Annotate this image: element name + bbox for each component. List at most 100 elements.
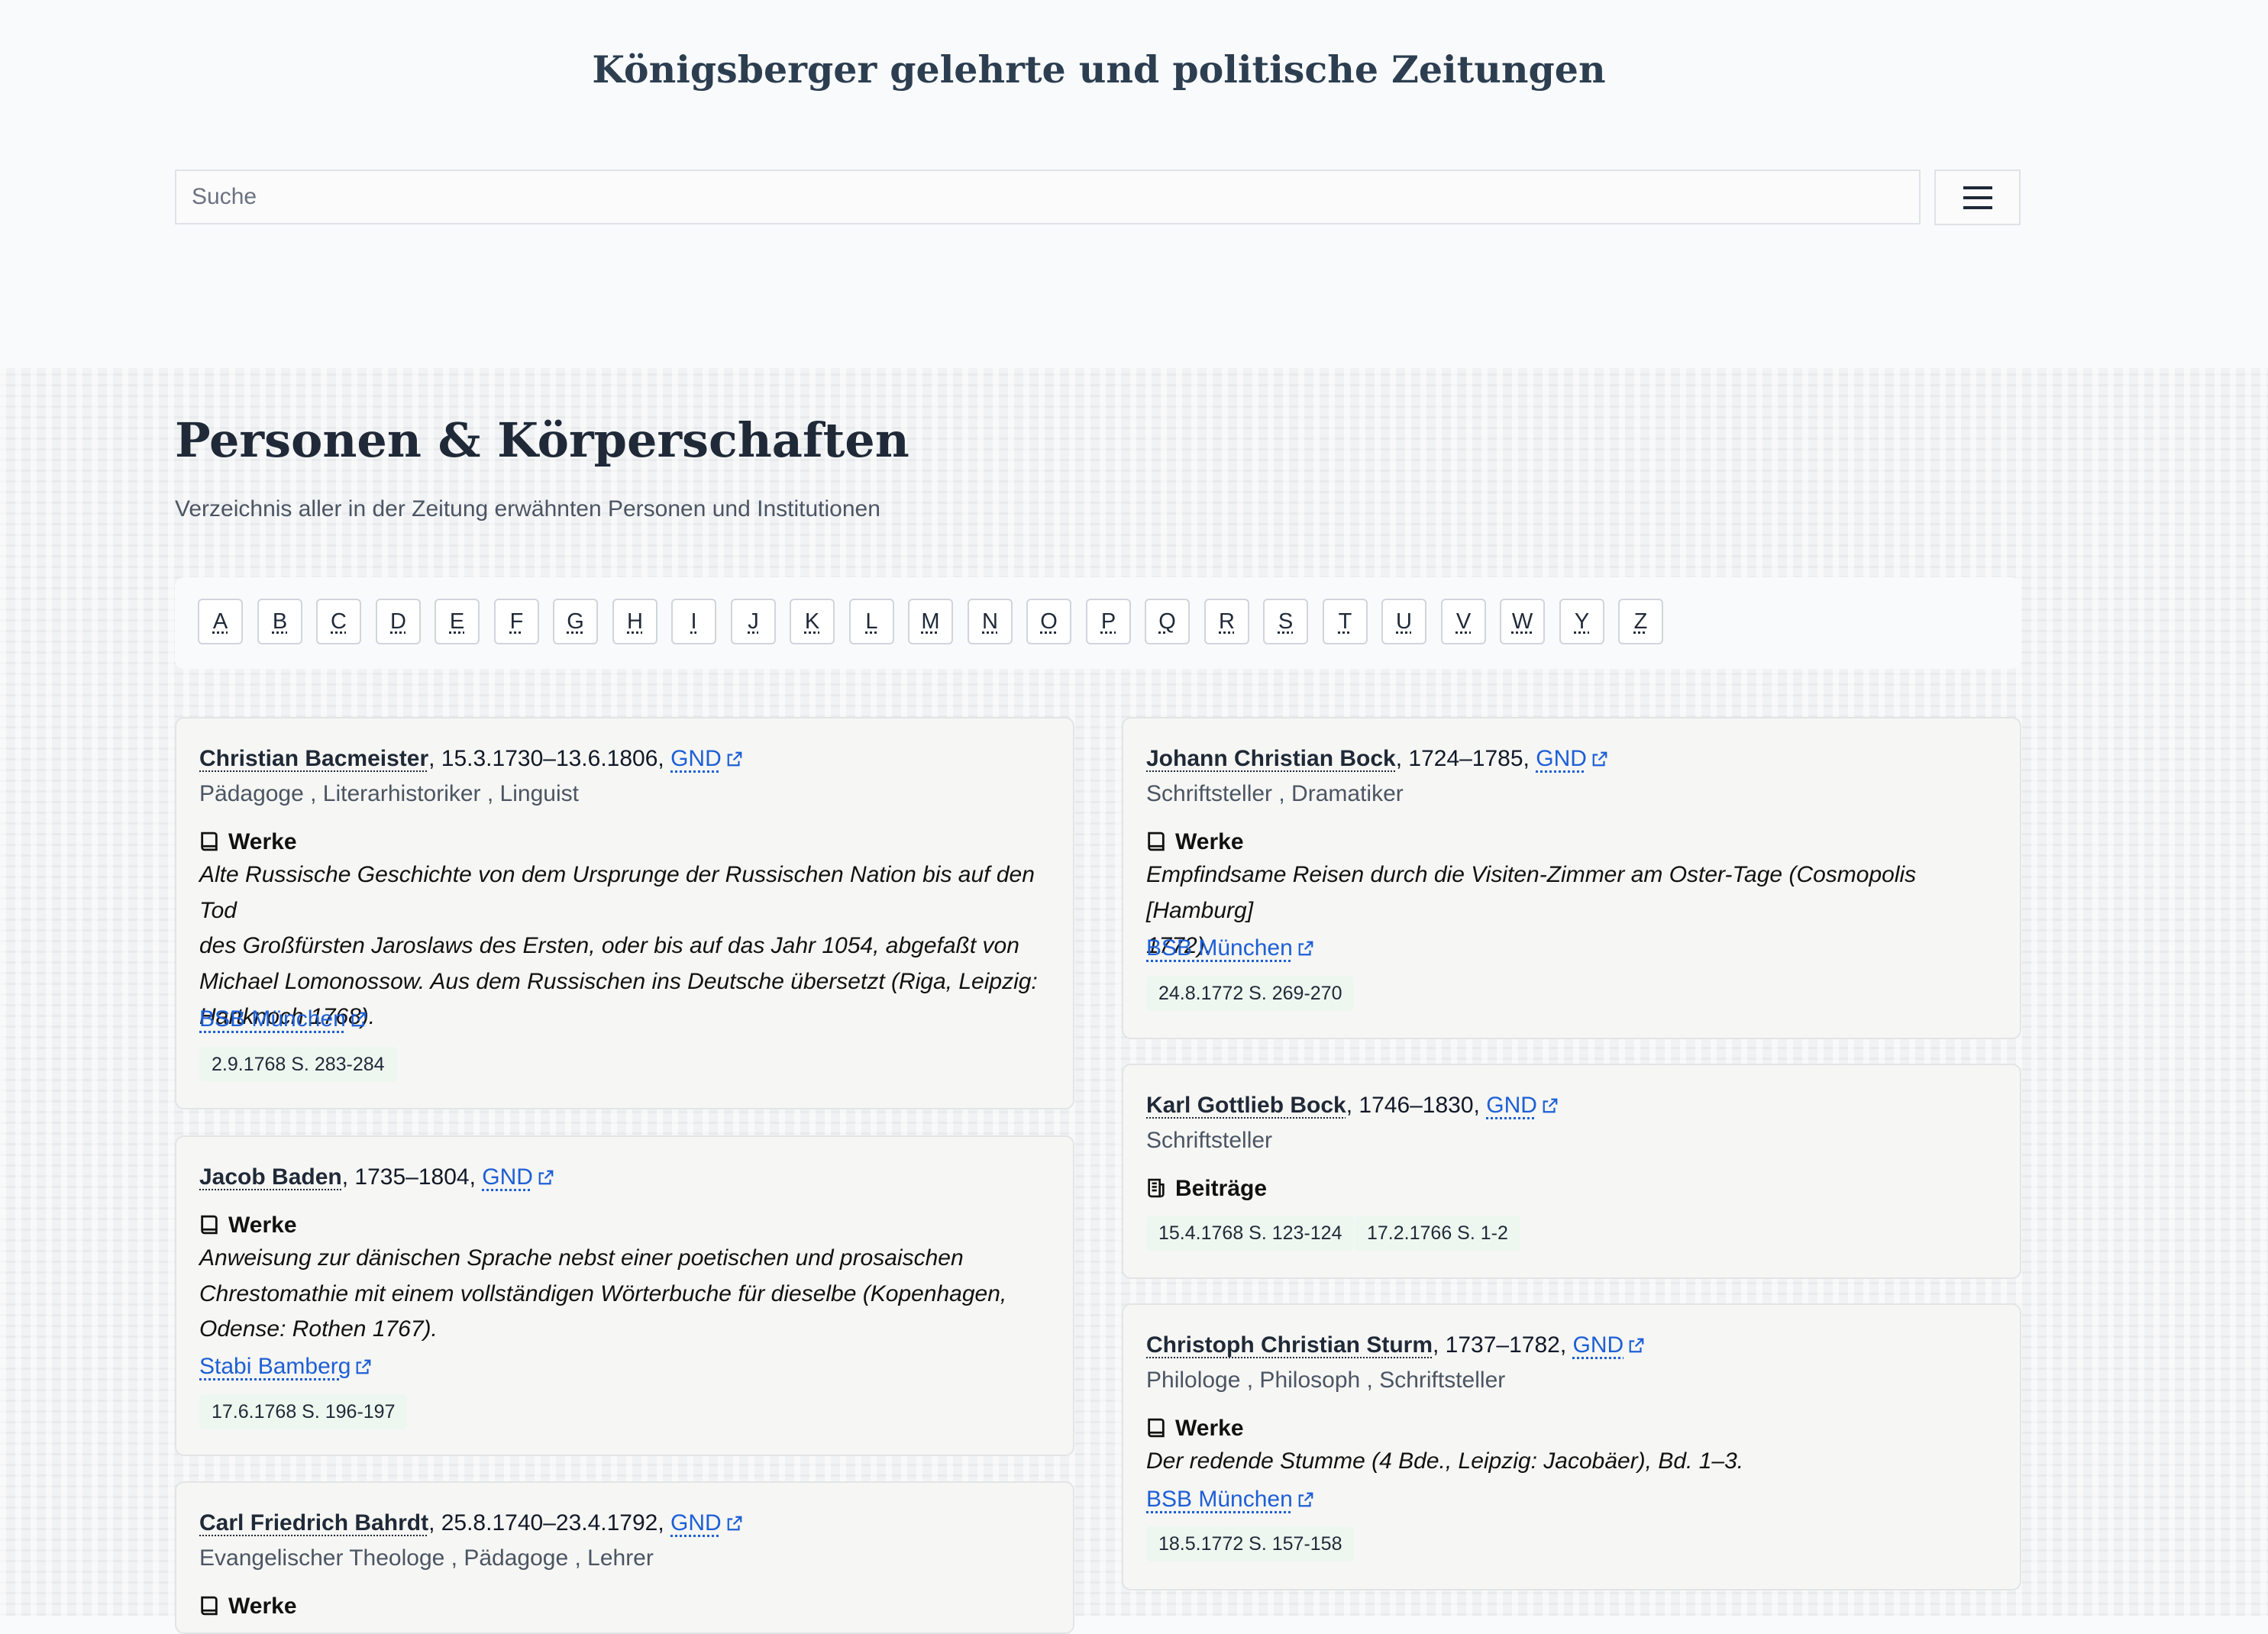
person-name-link[interactable]: Johann Christian Bock (1146, 746, 1396, 771)
person-professions: Schriftsteller , Dramatiker (1146, 781, 1404, 806)
gnd-link[interactable]: GND (670, 1510, 743, 1536)
gnd-link[interactable]: GND (670, 746, 743, 771)
page-subtitle: Verzeichnis aller in der Zeitung erwähnt… (175, 496, 880, 522)
alphabet-letter-j[interactable]: J (731, 599, 776, 644)
gnd-link[interactable]: GND (1486, 1093, 1559, 1118)
werke-heading: Werke (199, 829, 297, 855)
alphabet-letter-b[interactable]: B (257, 599, 302, 644)
person-name-link[interactable]: Christian Bacmeister (199, 746, 428, 771)
issue-reference-tag[interactable]: 17.2.1766 S. 1-2 (1355, 1216, 1520, 1251)
alphabet-letter-t[interactable]: T (1323, 599, 1368, 644)
external-link-icon (1629, 1338, 1644, 1353)
alphabet-letter-u[interactable]: U (1381, 599, 1426, 644)
page-title: Personen & Körperschaften (175, 412, 909, 468)
person-name-link[interactable]: Jacob Baden (199, 1164, 342, 1190)
book-icon (1148, 1418, 1165, 1438)
beitraege-heading: Beiträge (1146, 1176, 1267, 1202)
issue-reference-tag[interactable]: 24.8.1772 S. 269-270 (1146, 976, 1355, 1011)
person-card: Christian Bacmeister, 15.3.1730–13.6.180… (175, 717, 1074, 1109)
alphabet-letter-p[interactable]: P (1086, 599, 1131, 644)
werke-heading: Werke (1146, 829, 1244, 855)
alphabet-letter-o[interactable]: O (1026, 599, 1071, 644)
external-link-icon (1298, 1492, 1313, 1507)
gnd-link[interactable]: GND (1573, 1332, 1646, 1358)
alphabet-letter-a[interactable]: A (198, 599, 243, 644)
alphabet-letter-k[interactable]: K (790, 599, 835, 644)
person-card: Christoph Christian Sturm, 1737–1782, GN… (1122, 1303, 2021, 1590)
alphabet-letter-r[interactable]: R (1204, 599, 1249, 644)
alphabet-letter-w[interactable]: W (1500, 599, 1545, 644)
person-professions: Schriftsteller (1146, 1128, 1273, 1153)
book-icon (201, 1596, 218, 1616)
newspaper-icon (1148, 1178, 1165, 1198)
library-link[interactable]: BSB München (1146, 935, 1314, 961)
issue-reference-tag[interactable]: 2.9.1768 S. 283-284 (199, 1047, 397, 1082)
alphabet-letter-c[interactable]: C (316, 599, 361, 644)
person-dates: , 1735–1804, (341, 1164, 476, 1190)
alphabet-letter-z[interactable]: Z (1618, 599, 1663, 644)
alphabet-letter-l[interactable]: L (849, 599, 894, 644)
alphabet-letter-f[interactable]: F (494, 599, 539, 644)
person-dates: , 1737–1782, (1433, 1332, 1567, 1358)
library-link[interactable]: BSB München (199, 1006, 367, 1032)
person-card: Carl Friedrich Bahrdt, 25.8.1740–23.4.17… (175, 1481, 1074, 1634)
book-icon (201, 1215, 218, 1235)
alphabet-letter-h[interactable]: H (612, 599, 657, 644)
person-name-link[interactable]: Christoph Christian Sturm (1146, 1332, 1433, 1358)
book-icon (1148, 832, 1165, 851)
person-card: Johann Christian Bock, 1724–1785, GND Sc… (1122, 717, 2021, 1039)
alphabet-letter-s[interactable]: S (1263, 599, 1308, 644)
person-heading: Christian Bacmeister, 15.3.1730–13.6.180… (199, 746, 743, 772)
external-link-icon (727, 1516, 742, 1531)
menu-button[interactable] (1934, 170, 2021, 225)
external-link-icon (1298, 941, 1313, 956)
person-professions: Pädagoge , Literarhistoriker , Linguist (199, 781, 579, 806)
site-title[interactable]: Königsberger gelehrte und politische Zei… (0, 47, 2198, 92)
alphabet-letter-n[interactable]: N (968, 599, 1013, 644)
work-title: Anweisung zur dänischen Sprache nebst ei… (199, 1245, 1007, 1342)
werke-heading: Werke (199, 1213, 297, 1238)
person-dates: , 25.8.1740–23.4.1792, (428, 1510, 664, 1536)
person-card: Jacob Baden, 1735–1804, GND Werke Anweis… (175, 1135, 1074, 1456)
external-link-icon (538, 1170, 554, 1185)
issue-reference-tag[interactable]: 18.5.1772 S. 157-158 (1146, 1526, 1355, 1561)
work-title: Der redende Stumme (4 Bde., Leipzig: Jac… (1146, 1448, 1744, 1474)
hamburger-menu-icon (1963, 186, 1992, 209)
library-link[interactable]: Stabi Bamberg (199, 1354, 372, 1379)
alphabet-letter-e[interactable]: E (435, 599, 480, 644)
person-card: Karl Gottlieb Bock, 1746–1830, GND Schri… (1122, 1064, 2021, 1279)
person-dates: , 1746–1830, (1346, 1093, 1480, 1118)
alphabet-letter-i[interactable]: I (671, 599, 716, 644)
werke-heading: Werke (1146, 1416, 1244, 1442)
person-name-link[interactable]: Karl Gottlieb Bock (1146, 1093, 1346, 1118)
search-input[interactable] (175, 170, 1921, 224)
issue-reference-tag[interactable]: 15.4.1768 S. 123-124 (1146, 1216, 1355, 1251)
library-link[interactable]: BSB München (1146, 1487, 1314, 1512)
external-link-icon (727, 751, 742, 767)
person-professions: Philologe , Philosoph , Schriftsteller (1146, 1368, 1506, 1393)
external-link-icon (351, 1012, 367, 1027)
alphabet-letter-m[interactable]: M (908, 599, 953, 644)
book-icon (201, 832, 218, 851)
person-dates: , 15.3.1730–13.6.1806, (428, 746, 664, 771)
person-heading: Karl Gottlieb Bock, 1746–1830, GND (1146, 1093, 1559, 1119)
alphabet-letter-g[interactable]: G (553, 599, 598, 644)
alphabet-letter-d[interactable]: D (376, 599, 421, 644)
person-heading: Johann Christian Bock, 1724–1785, GND (1146, 746, 1608, 772)
site-header: Königsberger gelehrte und politische Zei… (0, 0, 2268, 368)
gnd-link[interactable]: GND (1536, 746, 1608, 771)
alphabet-letter-v[interactable]: V (1441, 599, 1486, 644)
person-heading: Carl Friedrich Bahrdt, 25.8.1740–23.4.17… (199, 1510, 743, 1536)
alphabet-letter-y[interactable]: Y (1559, 599, 1604, 644)
person-name-link[interactable]: Carl Friedrich Bahrdt (199, 1510, 428, 1536)
external-link-icon (1543, 1098, 1558, 1113)
gnd-link[interactable]: GND (482, 1164, 554, 1190)
external-link-icon (357, 1359, 371, 1374)
person-professions: Evangelischer Theologe , Pädagoge , Lehr… (199, 1545, 654, 1571)
external-link-icon (1592, 751, 1607, 767)
person-heading: Jacob Baden, 1735–1804, GND (199, 1164, 554, 1190)
person-heading: Christoph Christian Sturm, 1737–1782, GN… (1146, 1332, 1645, 1358)
alphabet-filter-bar: A B C D E F G H I J K L M N O P Q R S T … (175, 577, 2021, 669)
alphabet-letter-q[interactable]: Q (1145, 599, 1190, 644)
issue-reference-tag[interactable]: 17.6.1768 S. 196-197 (199, 1394, 408, 1429)
